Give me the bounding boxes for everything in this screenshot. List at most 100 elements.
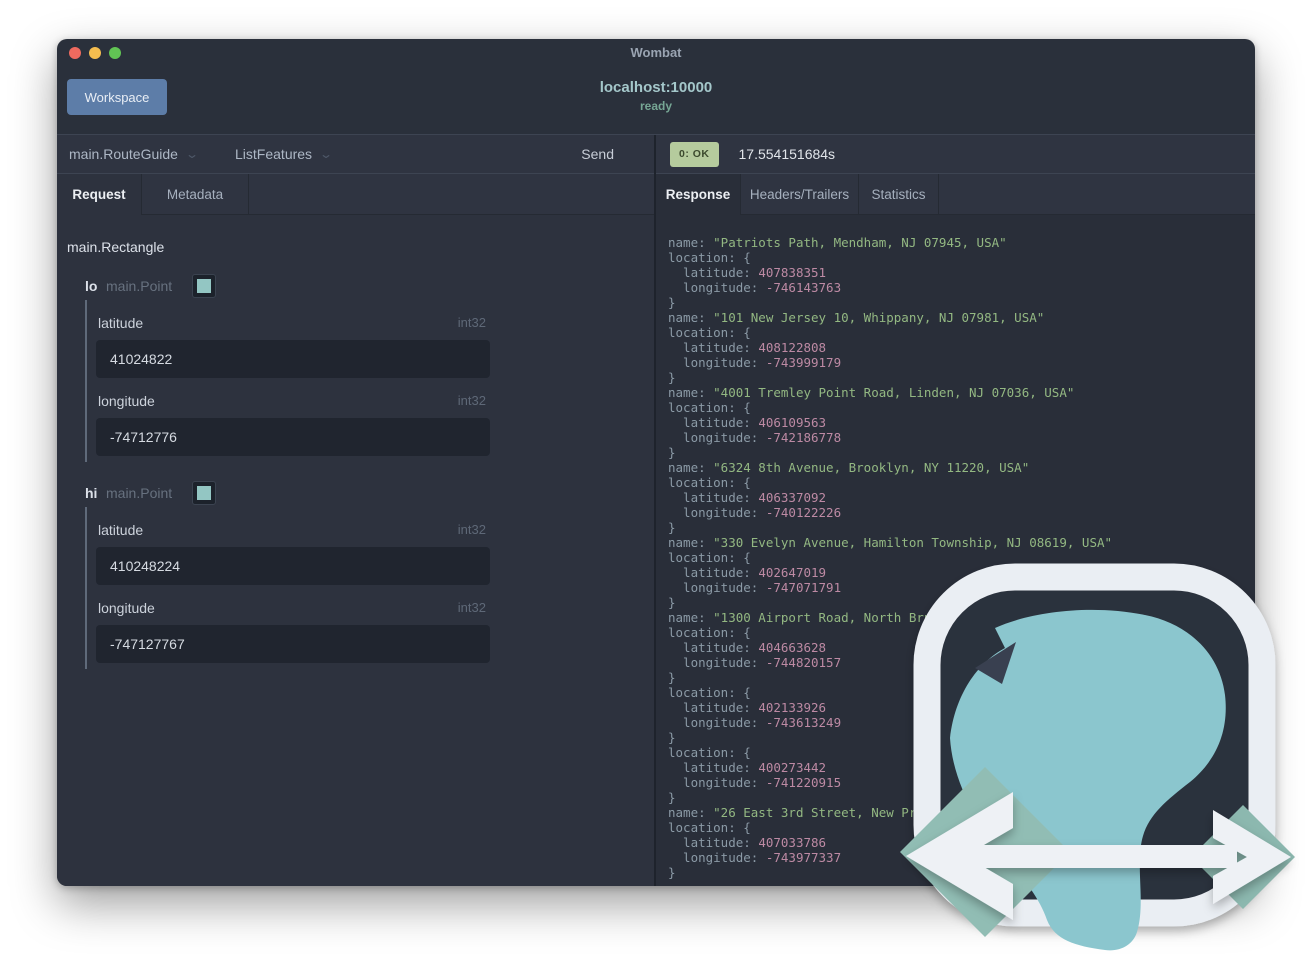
request-pane: main.RouteGuide ⌄ ListFeatures ⌄ Send Re…	[57, 135, 656, 886]
response-line: location: {	[668, 820, 751, 835]
response-line: name: "1300 Airport Road, North Brunswic…	[668, 610, 1165, 625]
response-line: name: "330 Evelyn Avenue, Hamilton Towns…	[668, 535, 1113, 550]
request-toolbar: main.RouteGuide ⌄ ListFeatures ⌄ Send	[57, 135, 654, 174]
send-button[interactable]: Send	[575, 145, 620, 163]
main-split: main.RouteGuide ⌄ ListFeatures ⌄ Send Re…	[57, 134, 1255, 886]
request-tabbar: Request Metadata	[57, 174, 654, 215]
chevron-down-icon[interactable]: ⌄	[319, 147, 333, 161]
field-type: int32	[457, 600, 486, 615]
field-head: latitude int32	[98, 315, 486, 331]
message-type-label: main.Rectangle	[67, 239, 165, 255]
latitude-input[interactable]	[96, 340, 490, 378]
service-select[interactable]: main.RouteGuide	[69, 146, 178, 162]
response-line: }	[668, 295, 676, 310]
group-enabled-checkbox[interactable]	[192, 274, 216, 298]
response-line: location: {	[668, 550, 751, 565]
field-head: longitude int32	[98, 393, 486, 409]
header: Workspace localhost:10000 ready	[57, 67, 1255, 134]
response-line: }	[668, 520, 676, 535]
response-line: longitude: -743613249	[668, 715, 842, 730]
field-latitude: latitude int32	[96, 507, 490, 585]
field-type: int32	[457, 522, 486, 537]
app-window: Wombat Workspace localhost:10000 ready m…	[57, 39, 1255, 886]
response-line: latitude: 408122808	[668, 340, 827, 355]
minimize-window-button[interactable]	[89, 47, 101, 59]
tab-request[interactable]: Request	[57, 174, 142, 215]
titlebar: Wombat	[57, 39, 1255, 67]
response-toolbar: 0: OK 17.554151684s	[656, 135, 1255, 174]
response-line: latitude: 407033786	[668, 835, 827, 850]
checkbox-fill	[197, 486, 211, 500]
field-longitude: longitude int32	[96, 585, 490, 663]
response-line: longitude: -743977337	[668, 850, 842, 865]
response-line: latitude: 400273442	[668, 760, 827, 775]
response-line: name: "101 New Jersey 10, Whippany, NJ 0…	[668, 310, 1045, 325]
response-line: longitude: -741220915	[668, 775, 842, 790]
response-line: longitude: -744820157	[668, 655, 842, 670]
response-line: }	[668, 445, 676, 460]
response-line: location: {	[668, 685, 751, 700]
group-header: hi main.Point	[85, 481, 644, 507]
group-name: hi	[85, 485, 98, 501]
field-head: latitude int32	[98, 522, 486, 538]
tab-statistics[interactable]: Statistics	[859, 174, 939, 214]
response-line: location: {	[668, 400, 751, 415]
response-line: name: "26 East 3rd Street, New Providenc…	[668, 805, 1097, 820]
request-form[interactable]: main.Rectangle lo main.Point latitude int32…	[57, 215, 654, 886]
response-body[interactable]: name: "Patriots Path, Mendham, NJ 07945,…	[656, 215, 1255, 886]
group-fields: latitude int32 longitude int32	[85, 300, 490, 462]
response-line: longitude: -747071791	[668, 580, 842, 595]
response-line: location: {	[668, 625, 751, 640]
response-tabbar: Response Headers/Trailers Statistics	[656, 174, 1255, 215]
response-line: latitude: 406109563	[668, 415, 827, 430]
response-line: location: {	[668, 475, 751, 490]
response-line: latitude: 407838351	[668, 265, 827, 280]
status-code-badge: 0: OK	[670, 141, 719, 167]
longitude-input[interactable]	[96, 625, 490, 663]
response-line: name: "Patriots Path, Mendham, NJ 07945,…	[668, 235, 1007, 250]
field-longitude: longitude int32	[96, 378, 490, 456]
group-enabled-checkbox[interactable]	[192, 481, 216, 505]
response-line: latitude: 406337092	[668, 490, 827, 505]
response-line: latitude: 402647019	[668, 565, 827, 580]
field-label: longitude	[98, 393, 155, 409]
group-name: lo	[85, 278, 98, 294]
call-duration: 17.554151684s	[738, 146, 836, 162]
response-line: latitude: 404663628	[668, 640, 827, 655]
response-line: longitude: -743999179	[668, 355, 842, 370]
field-latitude: latitude int32	[96, 300, 490, 378]
tab-response[interactable]: Response	[656, 174, 741, 215]
group-header: lo main.Point	[85, 274, 644, 300]
response-line: name: "6324 8th Avenue, Brooklyn, NY 112…	[668, 460, 1030, 475]
response-pane: 0: OK 17.554151684s Response Headers/Trai…	[656, 135, 1255, 886]
response-line: longitude: -742186778	[668, 430, 842, 445]
server-address: localhost:10000	[599, 79, 713, 96]
tab-headers-trailers[interactable]: Headers/Trailers	[741, 174, 859, 214]
response-line: longitude: -746143763	[668, 280, 842, 295]
zoom-window-button[interactable]	[109, 47, 121, 59]
checkbox-fill	[197, 279, 211, 293]
response-line: location: {	[668, 325, 751, 340]
response-line: }	[668, 670, 676, 685]
response-line: name: "4001 Tremley Point Road, Linden, …	[668, 385, 1075, 400]
response-line: }	[668, 790, 676, 805]
window-title: Wombat	[630, 45, 682, 60]
method-select[interactable]: ListFeatures	[235, 146, 312, 162]
response-line: }	[668, 370, 676, 385]
message-group-lo: lo main.Point latitude int32 longitude int32	[85, 274, 644, 462]
response-line: latitude: 402133926	[668, 700, 827, 715]
response-line: }	[668, 730, 676, 745]
latitude-input[interactable]	[96, 547, 490, 585]
tab-metadata[interactable]: Metadata	[142, 174, 249, 214]
close-window-button[interactable]	[69, 47, 81, 59]
group-type: main.Point	[106, 485, 173, 501]
server-info: localhost:10000 ready	[57, 79, 1255, 113]
response-line: longitude: -740122226	[668, 505, 842, 520]
request-form-groups: lomain.Pointlatitudeint32longitudeint32h…	[67, 274, 644, 669]
chevron-down-icon[interactable]: ⌄	[185, 147, 199, 161]
response-line: location: {	[668, 745, 751, 760]
field-label: longitude	[98, 600, 155, 616]
field-label: latitude	[98, 315, 144, 331]
longitude-input[interactable]	[96, 418, 490, 456]
response-line: }	[668, 865, 676, 880]
